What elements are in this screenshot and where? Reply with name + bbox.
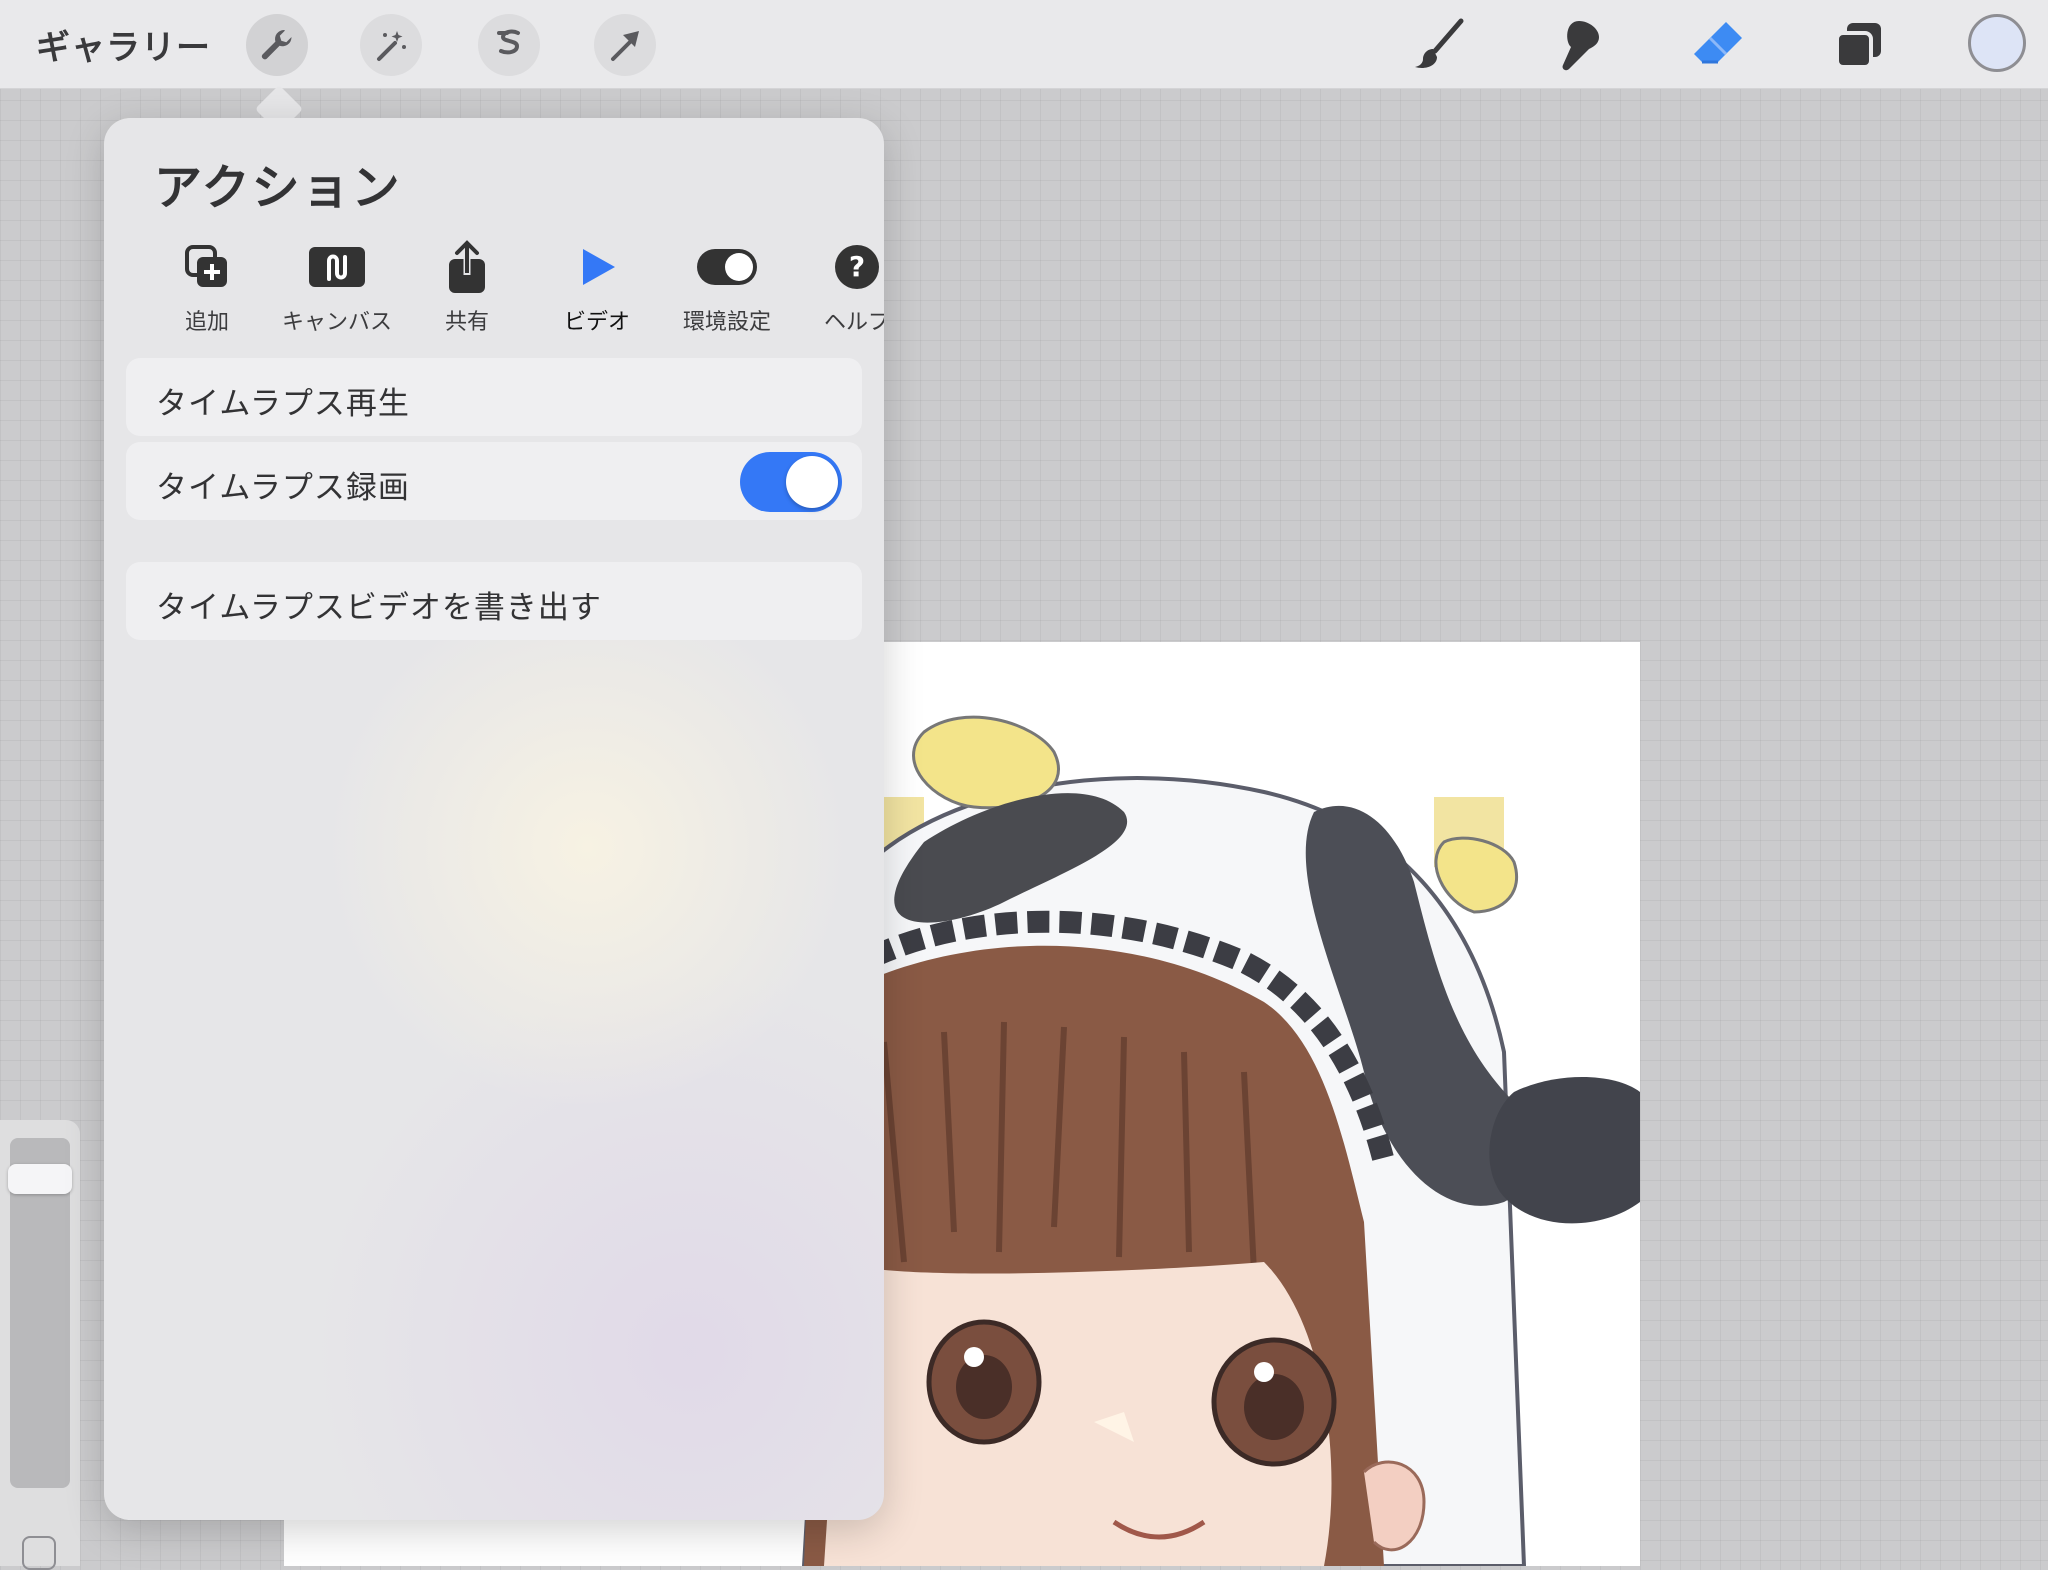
actions-wrench-button[interactable] [246, 14, 308, 76]
eraser-tool-button[interactable] [1686, 12, 1752, 78]
add-icon [142, 238, 272, 296]
gallery-button[interactable]: ギャラリー [36, 20, 211, 69]
wrench-icon [257, 25, 297, 65]
popover-title: アクション [154, 160, 402, 216]
layers-button[interactable] [1826, 12, 1892, 78]
toggle-prefs-icon [662, 238, 792, 296]
transform-arrow-icon [605, 25, 645, 65]
brush-icon [1409, 15, 1469, 75]
top-toolbar: ギャラリー [0, 0, 2048, 89]
adjustments-button[interactable] [360, 14, 422, 76]
svg-text:?: ? [849, 250, 865, 283]
tab-preferences-label: 環境設定 [682, 310, 771, 335]
tab-canvas-label: キャンバス [281, 310, 392, 335]
help-icon: ? [792, 238, 884, 296]
tab-share-label: 共有 [444, 310, 489, 335]
timelapse-export-label: タイムラプスビデオを書き出す [156, 590, 602, 626]
actions-popover: アクション 追加 キャンバス 共有 ビデオ 環境設定 ? ヘルプ タイムラプス再… [104, 118, 884, 1520]
timelapse-replay-row[interactable]: タイムラプス再生 [126, 358, 862, 436]
timelapse-export-row[interactable]: タイムラプスビデオを書き出す [126, 562, 862, 640]
play-icon [532, 238, 662, 296]
modify-button[interactable] [22, 1536, 56, 1570]
toggle-knob [786, 456, 838, 508]
transform-button[interactable] [594, 14, 656, 76]
timelapse-replay-label: タイムラプス再生 [156, 386, 410, 422]
timelapse-record-toggle[interactable] [740, 452, 842, 512]
color-picker-button[interactable] [1968, 14, 2026, 72]
tab-help[interactable]: ? ヘルプ [792, 238, 884, 338]
brush-tool-button[interactable] [1406, 12, 1472, 78]
layers-icon [1831, 17, 1887, 73]
tab-video[interactable]: ビデオ [532, 238, 662, 338]
smudge-tool-button[interactable] [1546, 12, 1612, 78]
magic-wand-icon [371, 25, 411, 65]
tab-help-label: ヘルプ [823, 310, 884, 335]
selection-button[interactable] [478, 14, 540, 76]
canvas-icon [272, 238, 402, 296]
tab-preferences[interactable]: 環境設定 [662, 238, 792, 338]
timelapse-record-row: タイムラプス録画 [126, 442, 862, 520]
brush-size-slider-thumb[interactable] [8, 1163, 72, 1194]
tab-add-label: 追加 [184, 310, 229, 335]
timelapse-record-label: タイムラプス録画 [156, 470, 410, 506]
tab-video-label: ビデオ [563, 310, 630, 335]
tab-share[interactable]: 共有 [402, 238, 532, 338]
eraser-icon [1688, 14, 1750, 76]
left-sidebar [0, 1120, 80, 1570]
selection-icon [489, 25, 529, 65]
brush-size-slider[interactable] [8, 1138, 72, 1488]
tab-canvas[interactable]: キャンバス [272, 238, 402, 338]
share-icon [402, 238, 532, 296]
tab-add[interactable]: 追加 [142, 238, 272, 338]
smudge-icon [1549, 15, 1609, 75]
